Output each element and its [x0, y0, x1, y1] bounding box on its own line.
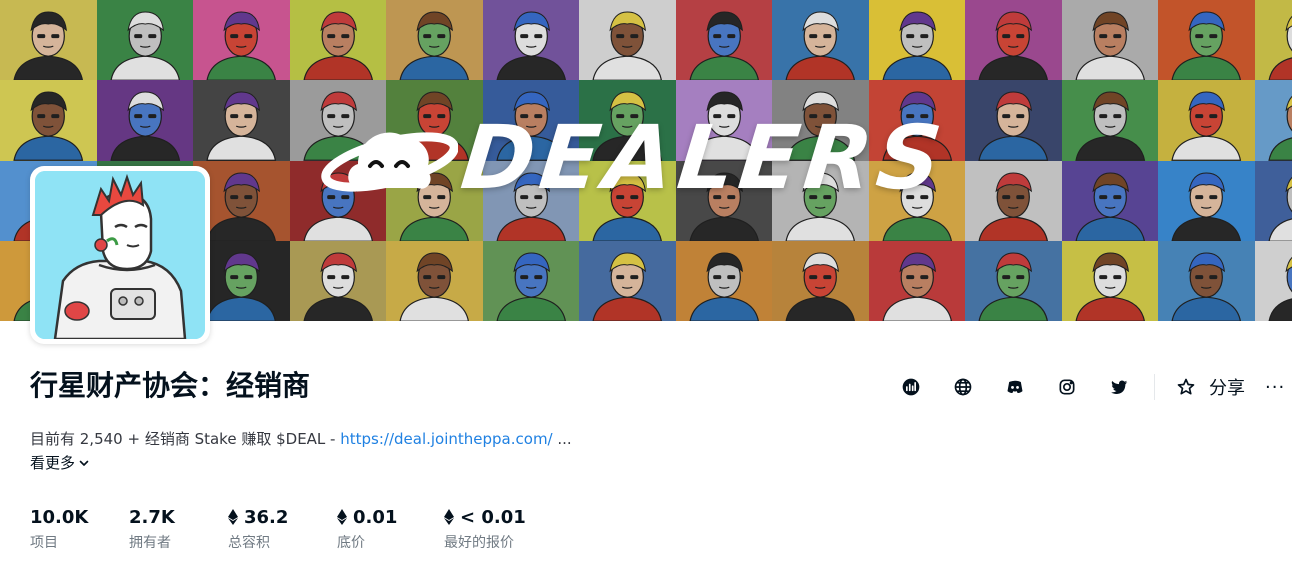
stat-label: 项目	[30, 535, 58, 551]
stat-owners[interactable]: 2.7K 拥有者	[129, 506, 175, 552]
stat-value: 2.7K	[129, 506, 175, 528]
stat-value: 36.2	[244, 506, 289, 528]
website-globe-icon[interactable]	[946, 370, 980, 404]
collection-title: 行星财产协会：经销商	[30, 369, 311, 402]
avatar-image	[35, 171, 205, 339]
twitter-icon[interactable]	[1102, 370, 1136, 404]
stat-label: 最好的报价	[444, 535, 514, 551]
more-options-button[interactable]: ···	[1265, 377, 1285, 398]
stat-floor-price[interactable]: 0.01 底价	[337, 506, 397, 552]
stat-label: 总容积	[228, 535, 270, 551]
stat-value: 10.0K	[30, 506, 89, 528]
share-button[interactable]: 分享	[1209, 374, 1245, 400]
ethereum-icon	[337, 509, 347, 525]
stat-label: 底价	[337, 535, 365, 551]
stat-label: 拥有者	[129, 535, 171, 551]
planet-logo-icon	[321, 132, 458, 192]
instagram-icon[interactable]	[1050, 370, 1084, 404]
stat-value: 0.01	[353, 506, 398, 528]
stat-total-volume[interactable]: 36.2 总容积	[228, 506, 288, 552]
stat-items[interactable]: 10.0K 项目	[30, 506, 88, 552]
ethereum-icon	[228, 509, 238, 525]
see-more-button[interactable]: 看更多	[30, 452, 90, 473]
description-link[interactable]: https://deal.jointheppa.com/	[340, 430, 552, 448]
description-text: 目前有 2,540 + 经销商 Stake 赚取 $DEAL -	[30, 430, 341, 448]
discord-icon[interactable]	[998, 370, 1032, 404]
logo-wordmark: DEALERS	[456, 106, 952, 209]
stat-best-offer[interactable]: < 0.01 最好的报价	[444, 506, 526, 552]
chevron-down-icon	[79, 460, 89, 466]
ethereum-icon	[444, 509, 454, 525]
description-ellipsis: ...	[552, 430, 572, 448]
dealers-logo: DEALERS	[318, 106, 1038, 209]
collection-description: 目前有 2,540 + 经销商 Stake 赚取 $DEAL - https:/…	[30, 428, 572, 449]
stat-value: < 0.01	[460, 506, 526, 528]
social-links-bar: 分享 ···	[894, 370, 1285, 404]
collection-avatar[interactable]	[30, 166, 210, 344]
activity-chart-icon[interactable]	[894, 370, 928, 404]
social-divider	[1154, 374, 1155, 400]
see-more-label: 看更多	[30, 454, 76, 472]
star-icon[interactable]	[1169, 370, 1203, 404]
